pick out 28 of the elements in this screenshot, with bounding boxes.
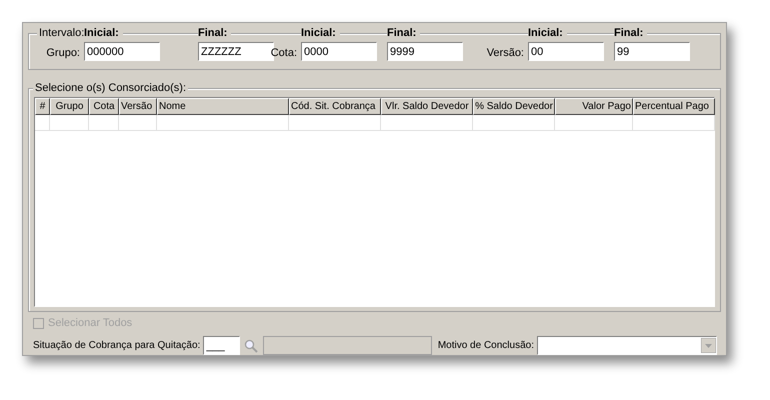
column-header[interactable]: Cota [89, 98, 119, 115]
table-cell [119, 114, 157, 131]
start-field[interactable]: 0000 [301, 42, 377, 61]
column-header[interactable]: Vlr. Saldo Devedor [381, 98, 473, 115]
table-cell [50, 114, 89, 131]
table-cell [35, 114, 50, 131]
search-icon[interactable] [244, 338, 258, 352]
range-label: Versão: [486, 46, 524, 60]
column-header[interactable]: Grupo [50, 98, 89, 115]
end-field[interactable]: 9999 [387, 42, 463, 61]
start-field[interactable]: 000000 [84, 42, 160, 61]
dropdown-arrow-icon[interactable] [701, 338, 716, 353]
column-header[interactable]: Versão [119, 98, 157, 115]
column-header[interactable]: Nome [157, 98, 289, 115]
situacao-field[interactable]: ___ [203, 336, 240, 355]
end-field[interactable]: 99 [614, 42, 690, 61]
consorciados-legend: Selecione o(s) Consorciado(s): [33, 80, 188, 95]
range-label: Grupo: [45, 46, 80, 60]
column-header[interactable]: Valor Pago [555, 98, 633, 115]
table-cell [89, 114, 119, 131]
column-header[interactable]: # [35, 98, 50, 115]
motivo-dropdown[interactable] [537, 336, 717, 355]
column-header[interactable]: Cód. Sit. Cobrança [289, 98, 381, 115]
situacao-label: Situação de Cobrança para Quitação: [33, 339, 200, 353]
motivo-label: Motivo de Conclusão: [438, 339, 534, 353]
column-header[interactable]: Percentual Pago [633, 98, 715, 115]
column-header[interactable]: % Saldo Devedor [473, 98, 555, 115]
start-field[interactable]: 00 [528, 42, 604, 61]
